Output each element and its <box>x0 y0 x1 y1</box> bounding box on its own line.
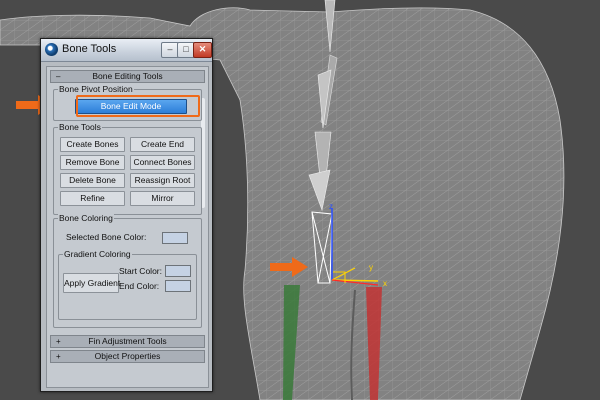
group-label: Bone Coloring <box>58 213 114 223</box>
group-bone-coloring: Bone Coloring Selected Bone Color: Gradi… <box>53 213 202 328</box>
group-label: Bone Tools <box>58 122 102 132</box>
gizmo-z-label: z <box>329 202 333 211</box>
rollout-label: Object Properties <box>94 351 161 361</box>
apply-gradient-button[interactable]: Apply Gradient <box>63 273 120 293</box>
highlight-box <box>76 95 200 117</box>
group-bone-tools: Bone Tools Create Bones Create End Remov… <box>53 122 202 215</box>
window-titlebar[interactable]: Bone Tools – □ ✕ <box>41 39 212 62</box>
connect-bones-button[interactable]: Connect Bones <box>130 155 195 170</box>
expand-icon: + <box>56 337 61 346</box>
close-button[interactable]: ✕ <box>193 42 212 58</box>
arrow-pointer-icon <box>270 257 308 277</box>
gizmo-x-label: x <box>383 279 387 288</box>
refine-button[interactable]: Refine <box>60 191 125 206</box>
remove-bone-button[interactable]: Remove Bone <box>60 155 125 170</box>
expand-icon: + <box>56 352 61 361</box>
app-logo-icon <box>45 43 58 56</box>
rollout-bone-editing-tools[interactable]: – Bone Editing Tools <box>50 70 205 83</box>
rollout-label: Bone Editing Tools <box>92 71 163 81</box>
reassign-root-button[interactable]: Reassign Root <box>130 173 195 188</box>
end-color-swatch[interactable] <box>165 280 191 292</box>
collapse-icon: – <box>56 72 61 81</box>
gizmo-y-label: y <box>369 263 373 272</box>
bone-tools-window: Bone Tools – □ ✕ – Bone Editing Tools Bo… <box>40 38 213 392</box>
end-color-label: End Color: <box>119 281 160 291</box>
mirror-button[interactable]: Mirror <box>130 191 195 206</box>
start-color-label: Start Color: <box>119 266 162 276</box>
delete-bone-button[interactable]: Delete Bone <box>60 173 125 188</box>
create-end-button[interactable]: Create End <box>130 137 195 152</box>
selected-bone-color-label: Selected Bone Color: <box>66 232 147 242</box>
selected-bone-color-swatch[interactable] <box>162 232 188 244</box>
panel-content: – Bone Editing Tools Bone Pivot Position… <box>46 66 209 388</box>
start-color-swatch[interactable] <box>165 265 191 277</box>
group-gradient-coloring: Gradient Coloring Apply Gradient Start C… <box>58 249 197 320</box>
group-label: Gradient Coloring <box>63 249 132 259</box>
group-label: Bone Pivot Position <box>58 84 134 94</box>
create-bones-button[interactable]: Create Bones <box>60 137 125 152</box>
rollout-object-properties[interactable]: + Object Properties <box>50 350 205 363</box>
window-title: Bone Tools <box>62 43 117 55</box>
rollout-fin-adjustment-tools[interactable]: + Fin Adjustment Tools <box>50 335 205 348</box>
rollout-label: Fin Adjustment Tools <box>88 336 167 346</box>
